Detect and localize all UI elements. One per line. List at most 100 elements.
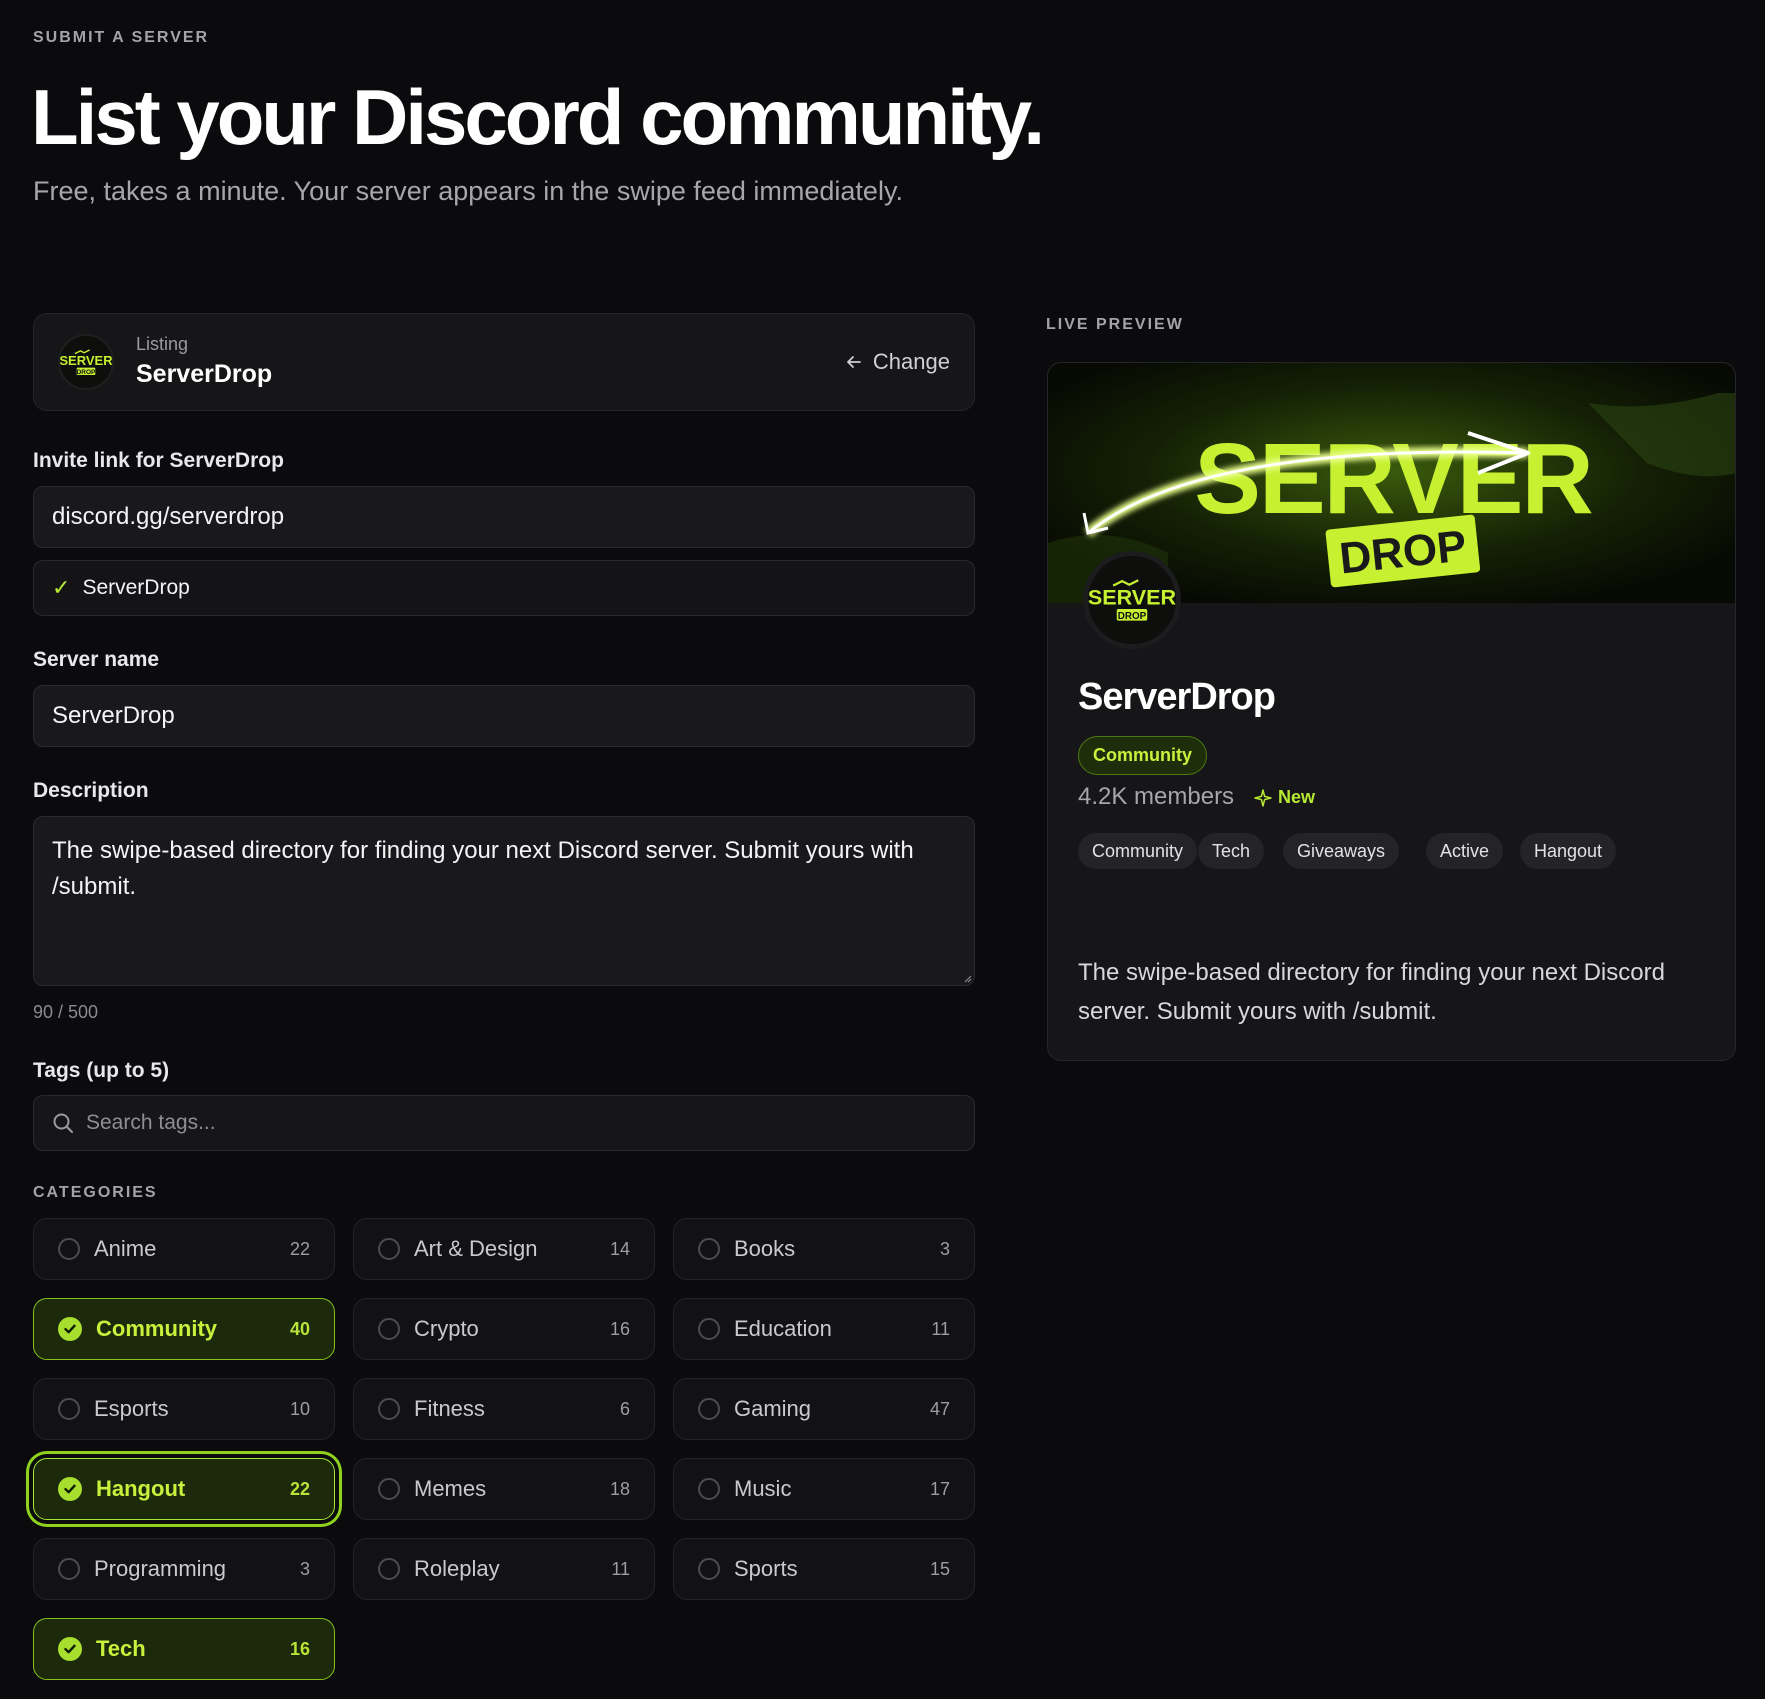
category-count: 3 (299, 1558, 310, 1579)
new-badge-label: New (1278, 787, 1316, 807)
radio-circle-icon (378, 1318, 400, 1340)
category-name: Community (96, 1316, 217, 1341)
change-label: Change (872, 349, 950, 374)
checkmark-icon: ✓ (52, 575, 71, 600)
page-eyebrow: SUBMIT A SERVER (33, 29, 210, 46)
preview-card: SERVER DROP SERVER DROP ServerDrop Commu… (1047, 362, 1736, 1061)
resize-handle-icon[interactable] (962, 973, 972, 983)
preview-tag-chip: Tech (1198, 833, 1265, 869)
category-count: 47 (929, 1398, 950, 1419)
check-circle-icon (58, 1317, 82, 1341)
category-name: Sports (734, 1556, 798, 1581)
categories-heading: CATEGORIES (33, 1184, 158, 1201)
category-option-community[interactable]: Community 40 (33, 1298, 335, 1360)
preview-logo-text-server: SERVER (1088, 584, 1176, 609)
category-option-programming[interactable]: Programming 3 (33, 1538, 335, 1600)
preview-description: The swipe-based directory for finding yo… (1078, 959, 1665, 1025)
category-option-hangout[interactable]: Hangout 22 (33, 1458, 335, 1520)
category-count: 3 (939, 1238, 950, 1259)
category-option-education[interactable]: Education 11 (673, 1298, 975, 1360)
banner-text-server: SERVER (1194, 423, 1592, 535)
verified-server-name: ServerDrop (82, 576, 190, 599)
category-count: 17 (929, 1478, 950, 1499)
category-name: Music (734, 1476, 792, 1501)
category-name: Roleplay (414, 1556, 500, 1581)
description-char-count: 90 / 500 (33, 1002, 99, 1022)
category-name: Programming (94, 1556, 227, 1581)
radio-circle-icon (698, 1318, 720, 1340)
preview-category-badge: Community (1078, 736, 1207, 775)
category-count: 22 (289, 1238, 310, 1259)
invite-verified-status: ✓ ServerDrop (33, 560, 975, 616)
category-name: Education (734, 1316, 832, 1341)
radio-circle-icon (698, 1398, 720, 1420)
preview-tag-chip: Community (1078, 833, 1198, 869)
page-title: List your Discord community. (31, 73, 1045, 161)
radio-circle-icon (698, 1238, 720, 1260)
category-option-music[interactable]: Music 17 (673, 1458, 975, 1520)
description-textarea[interactable]: The swipe-based directory for finding yo… (33, 816, 975, 986)
check-circle-icon (58, 1477, 82, 1501)
category-count: 14 (609, 1238, 630, 1259)
sparkle-icon (1254, 788, 1272, 807)
category-name: Hangout (96, 1476, 186, 1501)
tag-search-placeholder: Search tags... (86, 1111, 216, 1134)
category-option-esports[interactable]: Esports 10 (33, 1378, 335, 1440)
category-name: Tech (96, 1636, 146, 1661)
radio-circle-icon (58, 1238, 80, 1260)
radio-circle-icon (698, 1478, 720, 1500)
description-label: Description (33, 779, 149, 802)
category-name: Gaming (734, 1396, 812, 1421)
invite-link-input[interactable]: discord.gg/serverdrop (33, 486, 975, 548)
category-name: Books (734, 1236, 796, 1261)
category-count: 16 (609, 1318, 630, 1339)
live-preview-heading: LIVE PREVIEW (1046, 316, 1184, 333)
category-count: 11 (931, 1318, 950, 1339)
category-name: Esports (94, 1396, 169, 1421)
radio-circle-icon (378, 1478, 400, 1500)
category-option-books[interactable]: Books 3 (673, 1218, 975, 1280)
category-count: 15 (929, 1558, 950, 1579)
category-count: 18 (609, 1478, 630, 1499)
page-subtitle: Free, takes a minute. Your server appear… (33, 176, 903, 206)
logo-text-drop: DROP (77, 369, 96, 376)
radio-circle-icon (58, 1558, 80, 1580)
radio-circle-icon (378, 1558, 400, 1580)
category-name: Anime (94, 1236, 157, 1261)
category-option-art-design[interactable]: Art & Design 14 (353, 1218, 655, 1280)
category-option-memes[interactable]: Memes 18 (353, 1458, 655, 1520)
search-icon (53, 1113, 73, 1133)
listing-card: SERVER DROP Listing ServerDrop Change (33, 313, 975, 411)
category-option-crypto[interactable]: Crypto 16 (353, 1298, 655, 1360)
server-name-input[interactable]: ServerDrop (33, 685, 975, 747)
change-button[interactable]: Change (845, 349, 950, 375)
tags-label: Tags (up to 5) (33, 1059, 170, 1082)
logo-text-server: SERVER (60, 353, 112, 368)
tag-search-input[interactable]: Search tags... (33, 1095, 975, 1151)
category-option-fitness[interactable]: Fitness 6 (353, 1378, 655, 1440)
preview-tag-chip: Hangout (1520, 833, 1617, 869)
category-option-anime[interactable]: Anime 22 (33, 1218, 335, 1280)
category-count: 22 (289, 1478, 310, 1499)
category-option-gaming[interactable]: Gaming 47 (673, 1378, 975, 1440)
check-circle-icon (58, 1637, 82, 1661)
category-option-roleplay[interactable]: Roleplay 11 (353, 1538, 655, 1600)
listing-server-name: ServerDrop (136, 360, 273, 388)
category-name: Art & Design (414, 1236, 538, 1261)
category-name: Fitness (414, 1396, 485, 1421)
preview-tag-chip: Giveaways (1283, 833, 1400, 869)
preview-member-count: 4.2K members (1078, 783, 1235, 810)
server-name-label: Server name (33, 648, 160, 671)
radio-circle-icon (58, 1398, 80, 1420)
preview-tag-chip: Active (1426, 833, 1504, 869)
radio-circle-icon (378, 1398, 400, 1420)
category-count: 6 (619, 1398, 630, 1419)
description-text: The swipe-based directory for finding yo… (52, 837, 914, 900)
category-count: 11 (611, 1558, 630, 1579)
category-name: Memes (414, 1476, 487, 1501)
category-option-sports[interactable]: Sports 15 (673, 1538, 975, 1600)
invite-link-label: Invite link for ServerDrop (33, 449, 284, 472)
category-option-tech[interactable]: Tech 16 (33, 1618, 335, 1680)
listing-label: Listing (136, 334, 189, 354)
category-count: 16 (289, 1638, 310, 1659)
